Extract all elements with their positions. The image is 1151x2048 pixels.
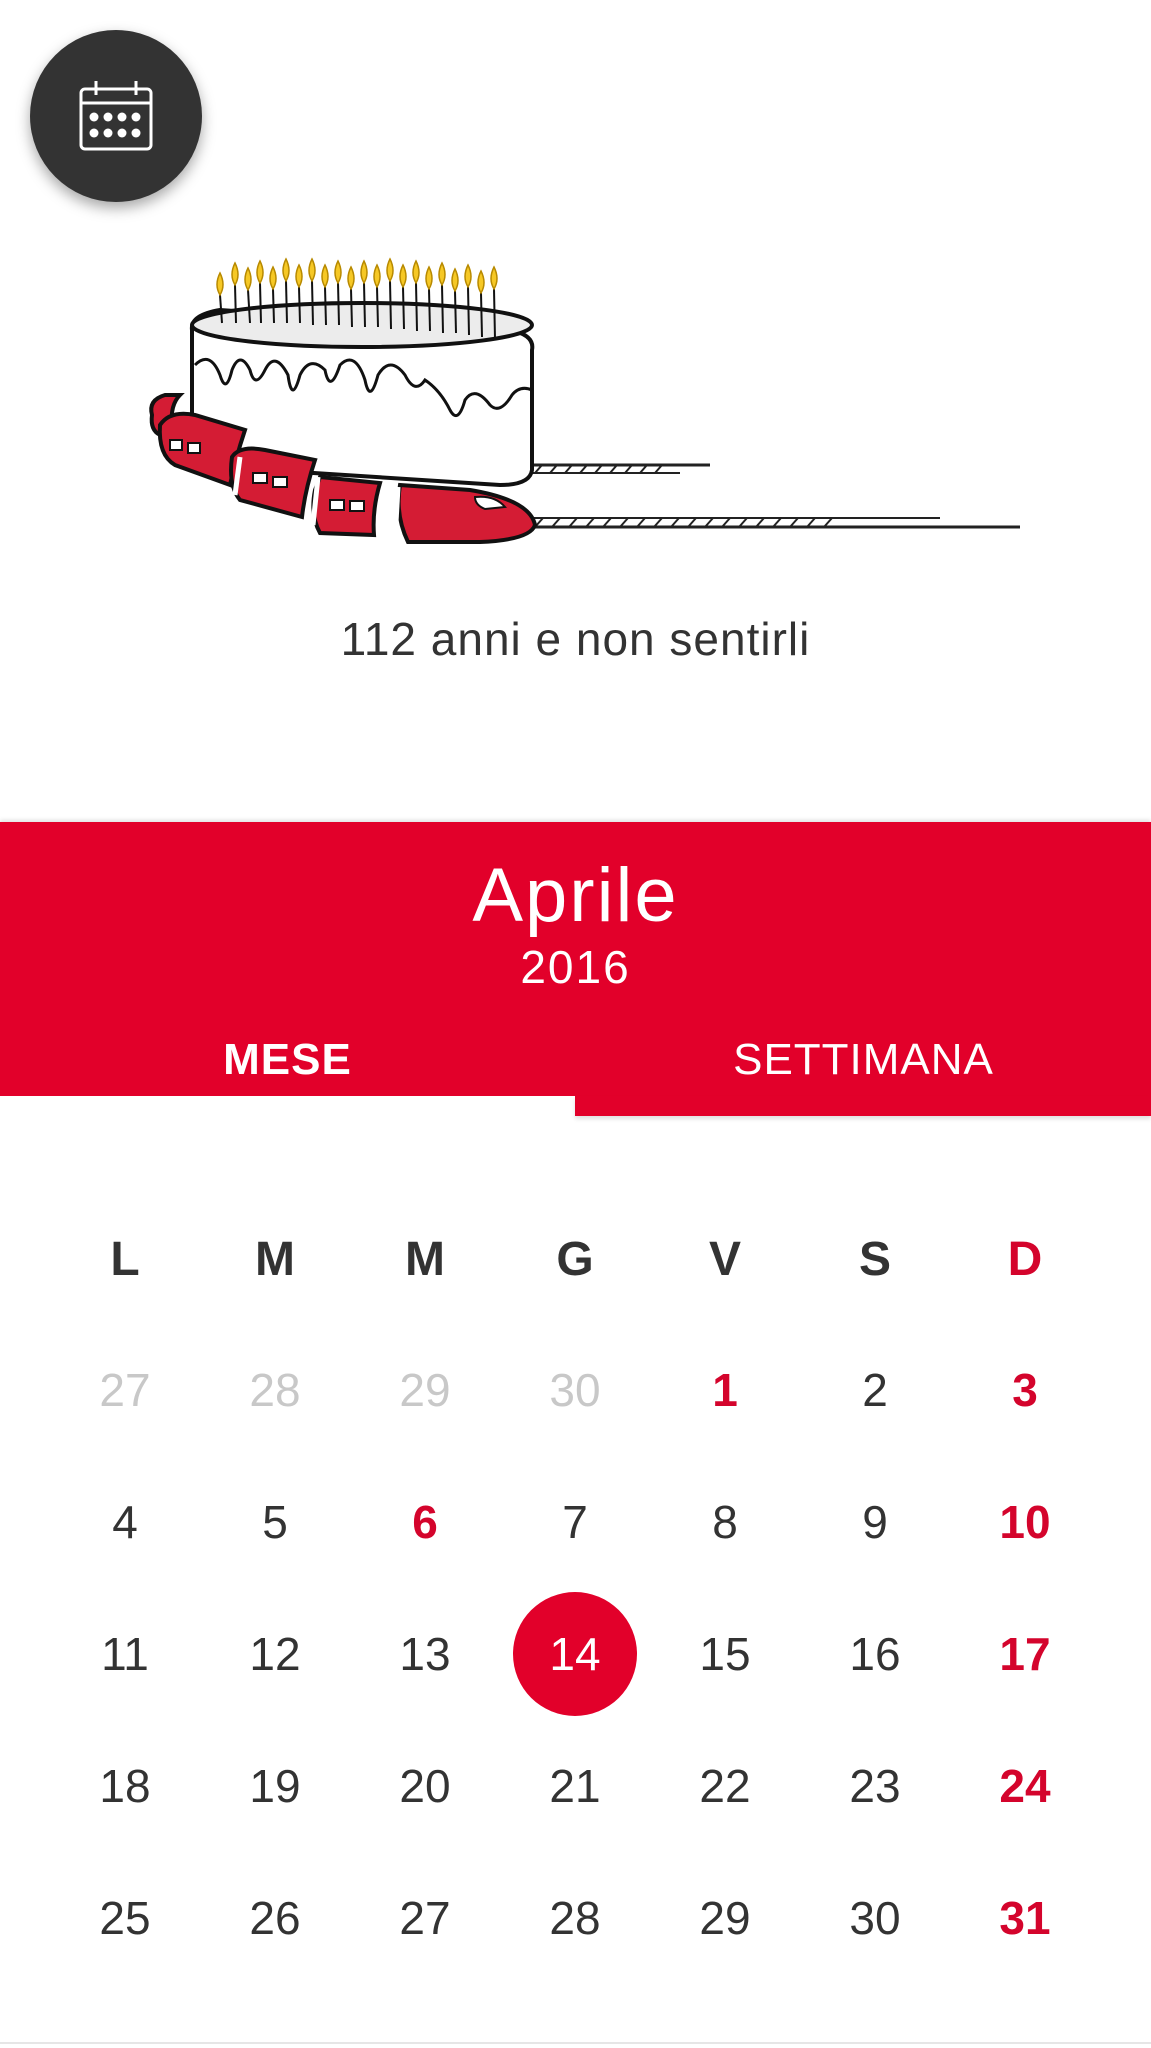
day-cell[interactable]: 18	[50, 1726, 200, 1846]
calendar-header: Aprile 2016 MESE SETTIMANA	[0, 822, 1151, 1097]
calendar-fab-button[interactable]	[30, 30, 202, 202]
day-number: 10	[999, 1496, 1051, 1548]
day-cell[interactable]: 25	[50, 1858, 200, 1978]
day-number: 26	[249, 1892, 301, 1944]
weekday-label: G	[556, 1233, 594, 1286]
day-number: 21	[549, 1760, 601, 1812]
day-cell[interactable]: 29	[350, 1330, 500, 1450]
day-number: 15	[699, 1628, 751, 1680]
day-number: 30	[549, 1364, 601, 1416]
day-number: 19	[249, 1760, 301, 1812]
day-number: 2	[862, 1364, 888, 1416]
day-number: 5	[262, 1496, 288, 1548]
tab-mese[interactable]: MESE	[0, 1035, 575, 1085]
day-number: 29	[399, 1364, 451, 1416]
day-number: 31	[999, 1892, 1051, 1944]
day-cell[interactable]: 28	[200, 1330, 350, 1450]
day-cell[interactable]: 4	[50, 1462, 200, 1582]
weekday-label-sunday: D	[1007, 1233, 1043, 1286]
day-number: 9	[862, 1496, 888, 1548]
week-row: 27 28 29 30 1 2 3	[50, 1330, 1100, 1450]
day-cell[interactable]: 20	[350, 1726, 500, 1846]
day-number: 23	[849, 1760, 901, 1812]
day-number: 18	[99, 1760, 151, 1812]
day-number: 25	[99, 1892, 151, 1944]
day-cell-today[interactable]: 14	[500, 1592, 650, 1716]
day-number: 1	[712, 1364, 738, 1416]
day-cell[interactable]: 31	[950, 1858, 1100, 1978]
day-cell[interactable]: 9	[800, 1462, 950, 1582]
week-row: 4 5 6 7 8 9 10	[50, 1462, 1100, 1582]
weekday-label: V	[708, 1233, 741, 1286]
day-number: 17	[999, 1628, 1051, 1680]
day-cell[interactable]: 13	[350, 1594, 500, 1714]
weekday-header-row: L M M G V S D	[50, 1230, 1100, 1290]
day-number: 16	[849, 1628, 901, 1680]
day-number: 3	[1012, 1364, 1038, 1416]
week-row: 25 26 27 28 29 30 31	[50, 1858, 1100, 1978]
day-number: 29	[699, 1892, 751, 1944]
day-number: 27	[399, 1892, 451, 1944]
calendar-icon	[79, 81, 153, 151]
month-title: Aprile	[472, 853, 679, 938]
day-number: 7	[562, 1496, 588, 1548]
day-number: 20	[399, 1760, 451, 1812]
day-cell[interactable]: 16	[800, 1594, 950, 1714]
caption-text: 112 anni e non sentirli	[340, 613, 811, 665]
day-cell[interactable]: 21	[500, 1726, 650, 1846]
day-number: 13	[399, 1628, 451, 1680]
year-subtitle: 2016	[520, 941, 631, 993]
day-number: 12	[249, 1628, 301, 1680]
weekday-label: L	[110, 1233, 140, 1286]
day-cell[interactable]: 23	[800, 1726, 950, 1846]
day-cell[interactable]: 30	[500, 1330, 650, 1450]
day-number: 4	[112, 1496, 138, 1548]
week-row: 11 12 13 14 15 16 17	[50, 1592, 1100, 1716]
day-cell[interactable]: 24	[950, 1726, 1100, 1846]
day-cell[interactable]: 17	[950, 1594, 1100, 1714]
day-number: 8	[712, 1496, 738, 1548]
active-tab-indicator	[0, 1096, 575, 1118]
day-cell[interactable]: 8	[650, 1462, 800, 1582]
tab-settimana[interactable]: SETTIMANA	[576, 1035, 1151, 1085]
day-cell[interactable]: 11	[50, 1594, 200, 1714]
inactive-tab-background	[575, 1096, 1151, 1116]
day-number: 27	[99, 1364, 151, 1416]
day-cell[interactable]: 10	[950, 1462, 1100, 1582]
day-number: 28	[249, 1364, 301, 1416]
day-cell[interactable]: 29	[650, 1858, 800, 1978]
day-number: 24	[999, 1760, 1051, 1812]
day-cell[interactable]: 1	[650, 1330, 800, 1450]
weekday-label: M	[255, 1233, 295, 1286]
day-cell[interactable]: 30	[800, 1858, 950, 1978]
weekday-label: M	[405, 1233, 445, 1286]
day-number: 14	[513, 1592, 637, 1716]
day-cell[interactable]: 15	[650, 1594, 800, 1714]
day-cell[interactable]: 6	[350, 1462, 500, 1582]
weekday-label: S	[858, 1233, 891, 1286]
day-cell[interactable]: 7	[500, 1462, 650, 1582]
day-cell[interactable]: 5	[200, 1462, 350, 1582]
day-number: 11	[101, 1628, 149, 1680]
day-cell[interactable]: 22	[650, 1726, 800, 1846]
day-cell[interactable]: 26	[200, 1858, 350, 1978]
day-number: 6	[412, 1496, 438, 1548]
day-number: 28	[549, 1892, 601, 1944]
day-cell[interactable]: 3	[950, 1330, 1100, 1450]
bottom-divider	[0, 2042, 1151, 2044]
day-number: 22	[699, 1760, 751, 1812]
day-number: 30	[849, 1892, 901, 1944]
day-cell[interactable]: 12	[200, 1594, 350, 1714]
day-cell[interactable]: 27	[50, 1330, 200, 1450]
week-row: 18 19 20 21 22 23 24	[50, 1726, 1100, 1846]
birthday-cake-train-illustration	[149, 257, 1020, 544]
day-cell[interactable]: 27	[350, 1858, 500, 1978]
day-cell[interactable]: 2	[800, 1330, 950, 1450]
day-cell[interactable]: 19	[200, 1726, 350, 1846]
day-cell[interactable]: 28	[500, 1858, 650, 1978]
